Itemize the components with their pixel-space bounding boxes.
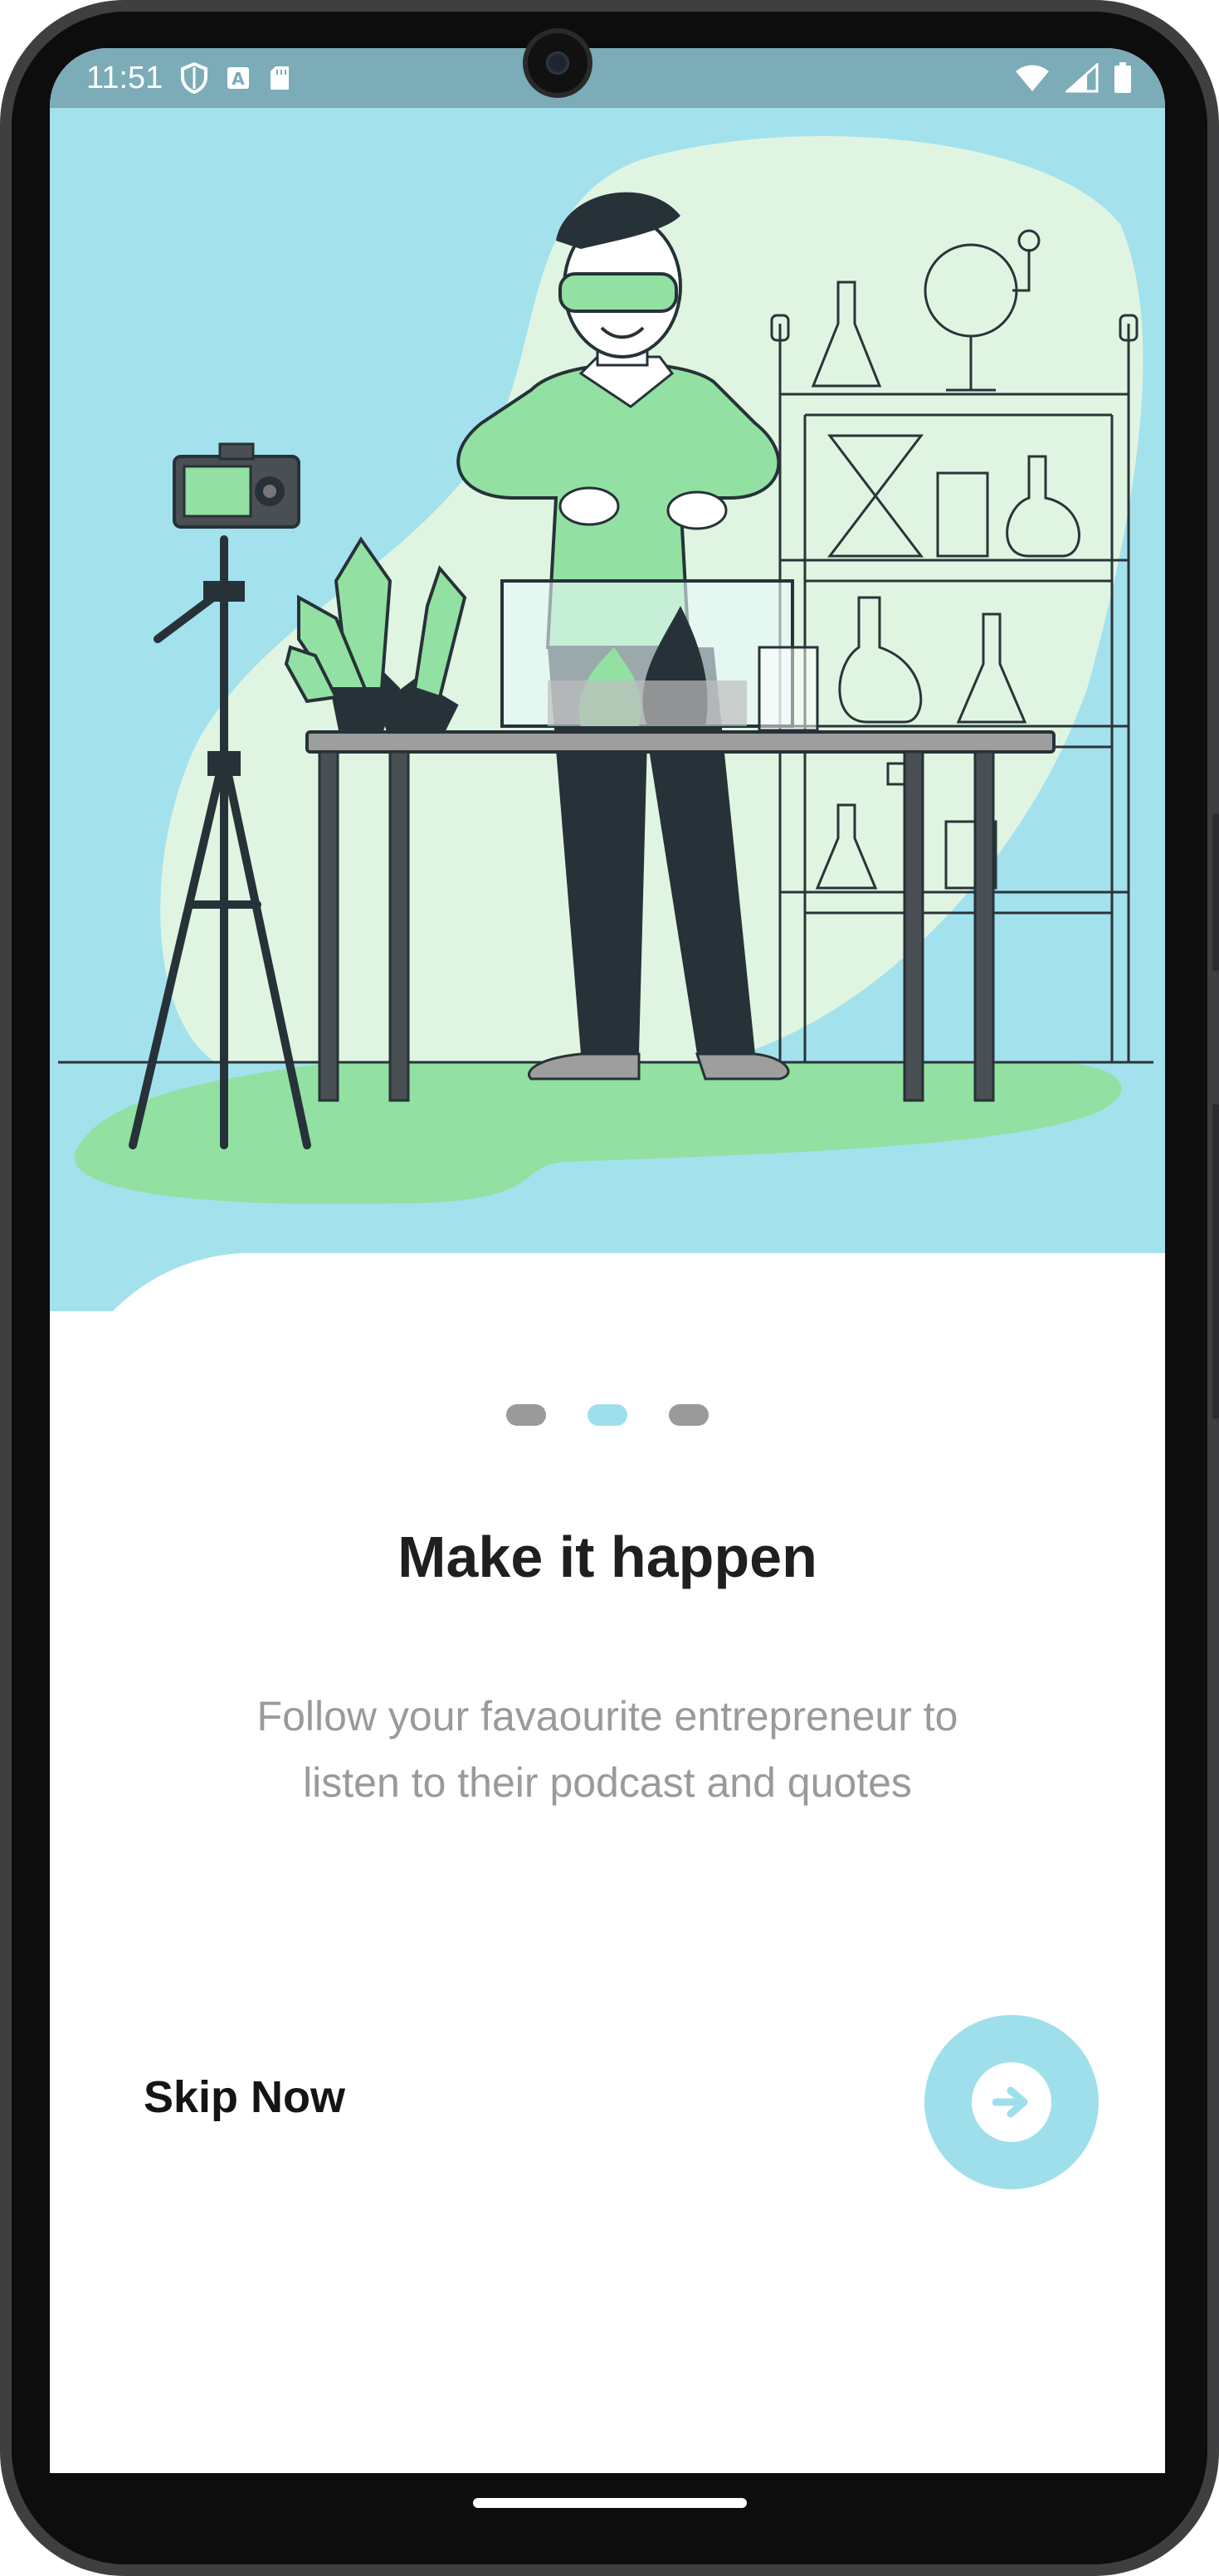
onboarding-card: Make it happen Follow your favaourite en… (50, 1243, 1165, 2473)
subtitle-line-2: listen to their podcast and quotes (303, 1759, 912, 1806)
arrow-right-icon (992, 2086, 1028, 2118)
page-dot-3[interactable] (669, 1404, 709, 1426)
battery-icon (1114, 62, 1131, 93)
page-title: Make it happen (397, 1525, 817, 1589)
page-subtitle: Follow your favaourite entrepreneur to l… (166, 1683, 1049, 1816)
front-camera (523, 28, 592, 98)
status-bar: 11:51 A (50, 48, 1165, 108)
scientist-lab-illustration (50, 108, 1165, 1311)
sd-card-icon (271, 66, 290, 90)
home-indicator[interactable] (473, 2498, 747, 2508)
next-button-inner (972, 2062, 1051, 2142)
a-notification-icon: A (227, 67, 250, 89)
volume-button (1212, 813, 1219, 971)
power-button (1212, 1104, 1219, 1419)
status-time: 11:51 (86, 60, 163, 95)
page-indicator (50, 1404, 1165, 1426)
subtitle-line-1: Follow your favaourite entrepreneur to (256, 1693, 958, 1739)
skip-now-button[interactable]: Skip Now (144, 2071, 345, 2123)
svg-text:A: A (232, 69, 246, 89)
phone-frame: Make it happen Follow your favaourite en… (0, 0, 1219, 2576)
next-button[interactable] (924, 2015, 1099, 2189)
signal-icon (1065, 63, 1099, 93)
shield-icon (181, 62, 208, 94)
screen: Make it happen Follow your favaourite en… (50, 48, 1165, 2473)
page-dot-1[interactable] (506, 1404, 546, 1426)
wifi-icon (1016, 65, 1049, 91)
page-dot-2-active[interactable] (588, 1404, 627, 1426)
